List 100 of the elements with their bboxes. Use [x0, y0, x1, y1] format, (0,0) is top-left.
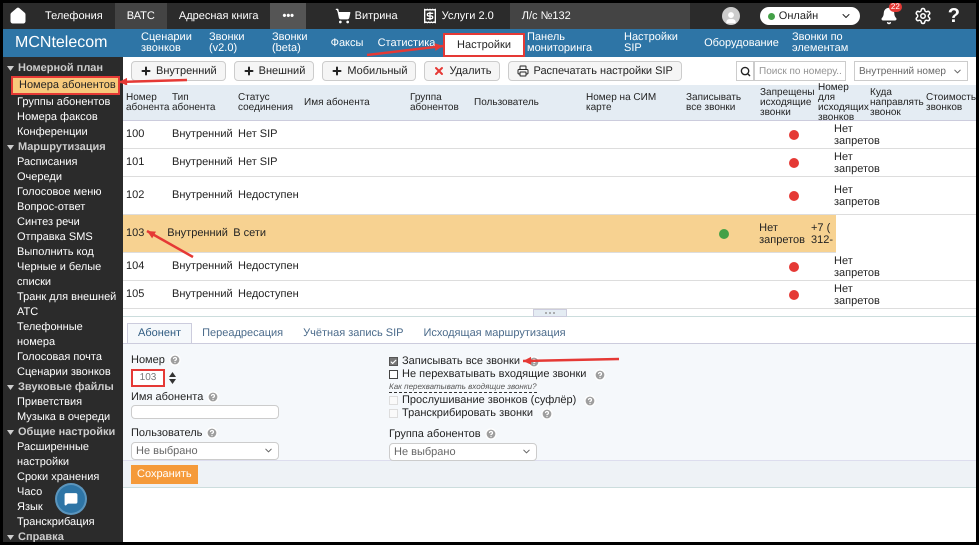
shop-link[interactable]: Витрина: [334, 8, 398, 24]
table-cell-text: В сети: [232, 226, 268, 242]
sidebar-item[interactable]: Часо: [11, 485, 120, 500]
table-cell-text: Внутренний: [171, 155, 234, 170]
sidebar-item[interactable]: Сроки хранения: [11, 470, 120, 485]
search-field[interactable]: Поиск по номеру..: [754, 61, 846, 81]
number-field[interactable]: 103: [131, 368, 165, 386]
sidebar-section[interactable]: Маршрутизация: [3, 140, 123, 155]
detail-tab[interactable]: Учётная запись SIP: [293, 323, 414, 343]
status-dropdown[interactable]: Онлайн: [760, 7, 860, 25]
filter-select[interactable]: Внутренний номер: [854, 61, 968, 81]
sidebar-item[interactable]: Номера абонентов: [11, 76, 120, 95]
table-cell-text: Нет запретов: [833, 184, 881, 208]
table-row[interactable]: 100 Внутренний Нет SIP Нет запретов: [123, 121, 976, 149]
caret-icon: [7, 385, 14, 390]
nav-tab[interactable]: Настройки: [443, 33, 525, 57]
help-icon: [168, 354, 181, 366]
column-header: Пользователь: [473, 98, 540, 108]
sidebar-item[interactable]: Синтез речи: [11, 215, 120, 230]
nav-tab[interactable]: Звонки (beta): [268, 31, 326, 55]
table-cell-text: Нет запретов: [833, 282, 881, 306]
caret-icon: [7, 66, 14, 71]
table-cell-text: Нет запретов: [833, 254, 881, 278]
column-header: Статус соединения: [237, 92, 294, 112]
nav-tab[interactable]: Сценарии звонков: [137, 31, 205, 55]
detail-tab[interactable]: Переадресация: [192, 323, 294, 343]
sidebar-item[interactable]: Транк для внешней АТС: [11, 290, 120, 320]
sidebar-item[interactable]: Конференции: [11, 125, 120, 140]
sidebar-item[interactable]: Группы абонентов: [11, 95, 120, 110]
checkbox-label: Транскрибировать звонки: [402, 406, 534, 422]
services-link[interactable]: Услуги 2.0: [422, 8, 494, 24]
sidebar-item[interactable]: Вопрос-ответ: [11, 200, 120, 215]
table-row[interactable]: 104 Внутренний Недоступен Нет запретов: [123, 253, 976, 281]
table-row[interactable]: 105 Внутренний Недоступен Нет запретов: [123, 281, 976, 309]
table-row[interactable]: 103 Внутренний В сети Нет запретов +7 ( 312-: [123, 215, 836, 253]
sidebar-item[interactable]: Номера факсов: [11, 110, 120, 125]
detail-tab[interactable]: Абонент: [127, 323, 192, 343]
more-button[interactable]: •••: [270, 3, 306, 29]
delete-icon: [433, 65, 446, 77]
user-select[interactable]: Не выбрано: [131, 442, 279, 460]
sidebar-item[interactable]: Язык: [11, 500, 120, 515]
sidebar-item[interactable]: Расписания: [11, 155, 120, 170]
toolbar-button[interactable]: Внутренний: [131, 61, 226, 81]
sidebar-item[interactable]: Приветствия: [11, 395, 120, 410]
table-cell-text: Нет SIP: [237, 155, 279, 170]
chat-button[interactable]: [57, 485, 85, 513]
resize-handle[interactable]: [532, 309, 566, 317]
search-icon: [740, 66, 750, 76]
table-cell-text: Нет запретов: [833, 122, 881, 146]
nav-tab[interactable]: Оборудование: [700, 31, 783, 55]
toolbar-button[interactable]: Мобильный: [322, 61, 416, 81]
checkbox[interactable]: [389, 357, 398, 366]
help-link[interactable]: Как перехватывать входящие звонки?: [389, 382, 537, 393]
spinner-icon[interactable]: [169, 372, 176, 384]
table-cell-text: Внутренний: [171, 259, 234, 274]
sidebar-item[interactable]: Выполнить код: [11, 245, 120, 260]
nav-tab[interactable]: Факсы: [326, 31, 368, 55]
sidebar-section[interactable]: Звуковые файлы: [3, 380, 123, 395]
toolbar-button[interactable]: Удалить: [424, 61, 500, 81]
sidebar-item[interactable]: Транскрибация: [11, 515, 120, 530]
sidebar-item[interactable]: Черные и белые списки: [11, 260, 120, 290]
table-cell-text: 100: [125, 127, 146, 142]
toolbar-button[interactable]: Распечатать настройки SIP: [508, 61, 682, 81]
table-cell-text: Нет запретов: [833, 150, 881, 174]
table-cell-text: Внутренний: [171, 127, 234, 142]
table-cell-text: 102: [125, 188, 146, 204]
sidebar-item[interactable]: Музыка в очереди: [11, 410, 120, 425]
detail-tab[interactable]: Исходящая маршрутизация: [413, 323, 576, 343]
checkbox-label: Записывать все звонки: [402, 354, 520, 369]
column-header: Номер для исходящих звонков: [817, 82, 867, 122]
sidebar-item[interactable]: Отправка SMS: [11, 230, 120, 245]
nav-tab[interactable]: Статистика: [374, 31, 440, 55]
sidebar-item[interactable]: Голосовая почта: [11, 350, 120, 365]
help-button[interactable]: ?: [948, 3, 960, 31]
nav-tab[interactable]: Звонки по элементам: [788, 31, 870, 55]
sidebar-item[interactable]: Телефонные номера: [11, 320, 120, 350]
caret-icon: [7, 430, 14, 435]
top-menu-item[interactable]: Телефония: [33, 3, 115, 29]
group-select[interactable]: Не выбрано: [389, 442, 537, 461]
nav-tab[interactable]: Панель мониторинга: [523, 31, 620, 55]
top-menu-item[interactable]: ВАТС: [114, 3, 167, 29]
sidebar-section[interactable]: Номерной план: [3, 61, 123, 76]
sidebar-item[interactable]: Расширенные настройки: [11, 440, 120, 470]
caret-icon: [7, 145, 14, 150]
column-header: Куда направлять звонок: [869, 88, 923, 118]
sidebar-section[interactable]: Общие настройки: [3, 425, 123, 440]
settings-icon[interactable]: [914, 7, 932, 25]
top-menu-item[interactable]: Адресная книга: [166, 3, 270, 29]
sidebar-item[interactable]: Сценарии звонков: [11, 365, 120, 380]
nav-tab[interactable]: Настройки SIP: [620, 31, 695, 55]
sidebar-item[interactable]: Очереди: [11, 170, 120, 185]
table-cell-text: Внутренний: [166, 226, 229, 242]
nav-tab[interactable]: Звонки (v2.0): [205, 31, 268, 55]
sidebar-item[interactable]: Голосовое меню: [11, 185, 120, 200]
name-field[interactable]: [131, 405, 279, 419]
search-button[interactable]: [736, 61, 754, 81]
checkbox[interactable]: [389, 370, 398, 379]
toolbar-button[interactable]: Внешний: [234, 61, 314, 81]
table-cell-text: Недоступен: [237, 259, 300, 274]
table-row[interactable]: 101 Внутренний Нет SIP Нет запретов: [123, 149, 976, 177]
